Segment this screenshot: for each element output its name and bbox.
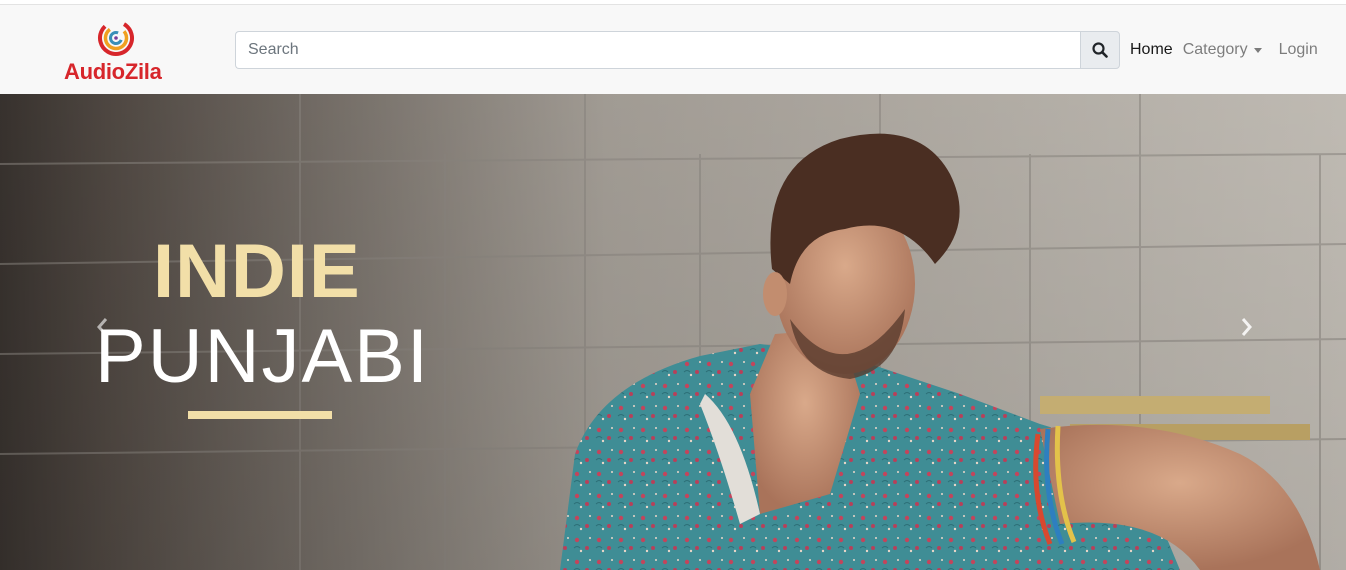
nav-home[interactable]: Home <box>1130 41 1173 59</box>
chevron-left-icon <box>97 318 108 336</box>
nav-login[interactable]: Login <box>1279 41 1318 59</box>
nav-links: Home Category Login <box>1130 39 1335 61</box>
hero-carousel: INDIE PUNJABI <box>0 94 1346 570</box>
slide-title-line-2: PUNJABI <box>95 314 430 399</box>
slide-title-line-1: INDIE <box>153 229 361 314</box>
search-icon <box>1092 42 1108 58</box>
chevron-right-icon <box>1241 318 1252 336</box>
audiozila-logo-icon <box>98 20 134 56</box>
search-input[interactable] <box>235 31 1080 69</box>
navbar: AudioZila Home Category Login <box>0 5 1346 94</box>
search-button[interactable] <box>1080 31 1120 69</box>
carousel-prev-button[interactable] <box>87 312 117 342</box>
title-underline-divider <box>188 411 332 419</box>
carousel-next-button[interactable] <box>1232 312 1262 342</box>
brand-logo[interactable]: AudioZila <box>62 19 177 84</box>
search-form <box>235 31 1120 69</box>
nav-category-dropdown[interactable]: Category <box>1183 41 1262 59</box>
nav-category-label: Category <box>1182 41 1248 58</box>
brand-name: AudioZila <box>64 59 162 84</box>
caret-down-icon <box>1253 48 1262 53</box>
